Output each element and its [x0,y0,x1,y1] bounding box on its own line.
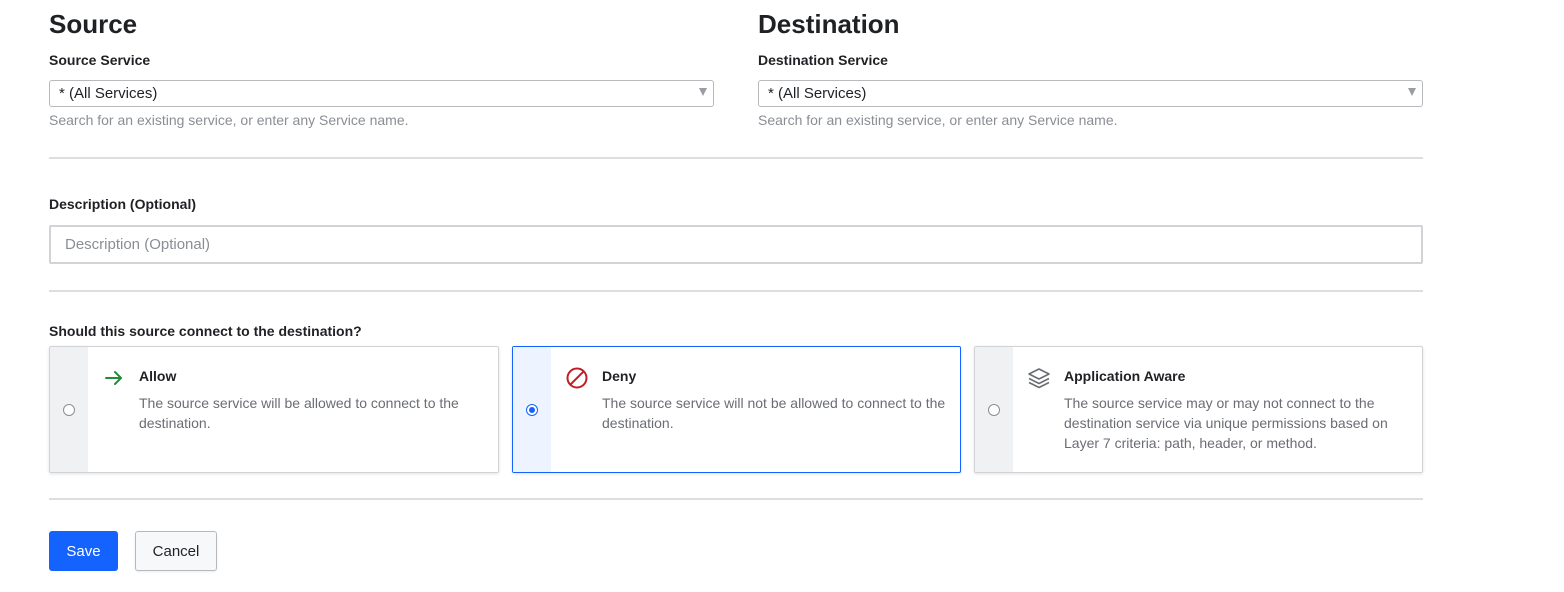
cancel-button[interactable]: Cancel [135,531,217,571]
action-option-allow[interactable]: Allow The source service will be allowed… [49,346,499,473]
destination-service-select[interactable]: * (All Services) [758,80,1423,107]
source-service-select[interactable]: * (All Services) [49,80,714,107]
source-service-label: Source Service [49,52,151,68]
chevron-down-icon [699,88,707,96]
allow-radio[interactable] [63,403,75,416]
card-body: Allow The source service will be allowed… [88,347,498,472]
option-label: Application Aware [1064,368,1186,384]
arrow-right-icon [105,371,122,385]
save-button[interactable]: Save [49,531,118,571]
divider [49,157,1423,159]
deny-radio[interactable] [526,403,538,416]
destination-service-help: Search for an existing service, or enter… [758,112,1118,128]
destination-service-label: Destination Service [758,52,888,68]
option-label: Allow [139,368,177,384]
divider [49,290,1423,292]
option-description: The source service will not be allowed t… [602,395,946,431]
action-option-app-aware[interactable]: Application Aware The source service may… [974,346,1423,473]
app-aware-radio[interactable] [988,403,1000,416]
option-description: The source service may or may not connec… [1064,395,1388,451]
radio-column [975,347,1013,472]
deny-icon [566,367,588,389]
description-label: Description (Optional) [49,196,196,212]
radio-column [513,347,551,472]
card-body: Deny The source service will not be allo… [551,347,960,472]
option-label: Deny [602,368,637,384]
card-body: Application Aware The source service may… [1013,347,1422,472]
source-service-value: * (All Services) [59,85,158,102]
intention-form: Source Source Service * (All Services) S… [0,0,1564,592]
source-service-help: Search for an existing service, or enter… [49,112,409,128]
destination-service-value: * (All Services) [768,85,867,102]
divider [49,498,1423,500]
action-question: Should this source connect to the destin… [49,323,362,339]
option-description: The source service will be allowed to co… [139,395,459,431]
action-option-deny[interactable]: Deny The source service will not be allo… [512,346,961,473]
layers-icon [1028,368,1050,389]
destination-heading: Destination [758,9,900,39]
radio-column [50,347,88,472]
description-input[interactable] [49,225,1423,264]
chevron-down-icon [1408,88,1416,96]
source-heading: Source [49,9,138,39]
